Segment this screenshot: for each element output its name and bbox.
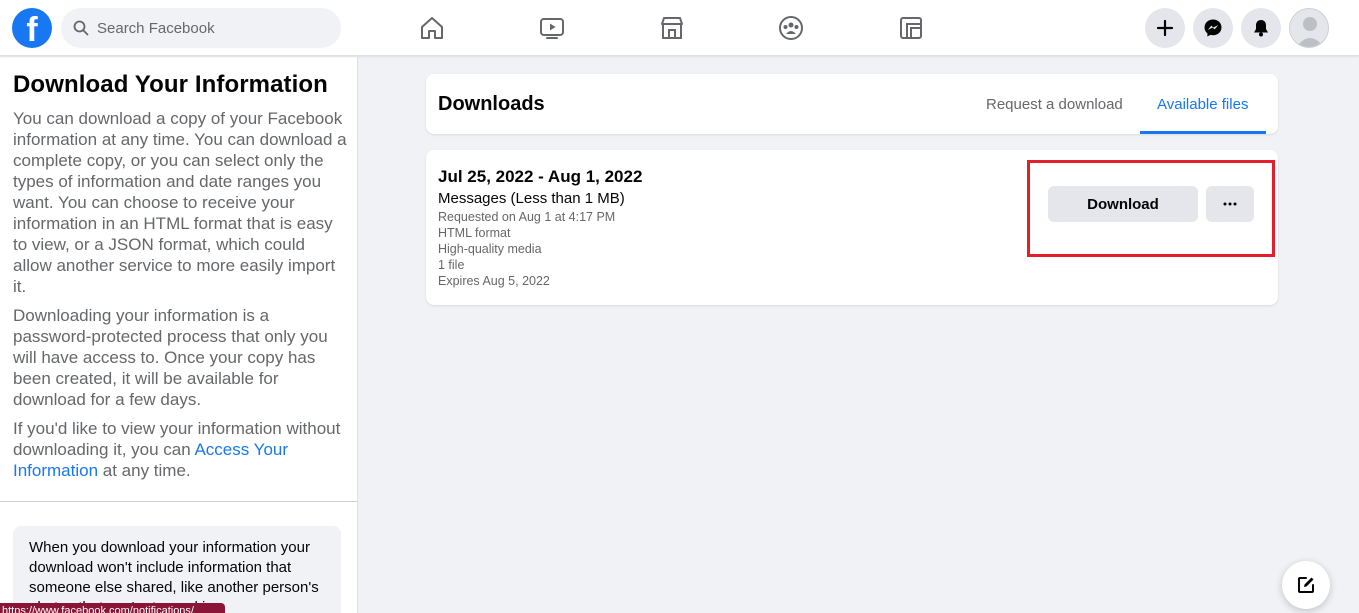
access-text-after: at any time. — [98, 461, 191, 480]
create-button[interactable] — [1145, 8, 1185, 48]
gaming-tab[interactable] — [895, 12, 927, 44]
user-icon — [1296, 17, 1324, 47]
file-expires: Expires Aug 5, 2022 — [438, 274, 550, 288]
more-icon — [1223, 202, 1237, 206]
watch-tab[interactable] — [536, 12, 568, 44]
search-icon — [73, 20, 89, 36]
downloads-header-card: Downloads Request a download Available f… — [426, 74, 1278, 134]
tab-available-files[interactable]: Available files — [1157, 96, 1248, 113]
groups-icon — [779, 16, 803, 40]
divider — [0, 501, 357, 502]
home-icon — [421, 17, 443, 39]
active-tab-indicator — [1140, 131, 1266, 134]
search-input[interactable] — [97, 8, 333, 48]
downloads-title: Downloads — [438, 93, 545, 115]
watch-icon — [540, 18, 564, 39]
status-bar-url: https://www.facebook.com/notifications/ — [0, 603, 225, 613]
messenger-icon — [1204, 19, 1222, 37]
compose-icon — [1298, 577, 1314, 593]
gaming-icon — [900, 17, 922, 39]
avatar[interactable] — [1289, 8, 1329, 48]
download-file-card: Jul 25, 2022 - Aug 1, 2022 Messages (Les… — [426, 150, 1278, 305]
access-text-before: If you'd like to view your information w… — [13, 419, 341, 459]
page-scrollbar[interactable] — [1344, 56, 1359, 613]
bell-icon — [1254, 20, 1268, 37]
plus-icon — [1156, 19, 1174, 37]
messenger-button[interactable] — [1193, 8, 1233, 48]
marketplace-tab[interactable] — [656, 12, 688, 44]
file-count: 1 file — [438, 258, 465, 272]
more-options-button[interactable] — [1206, 186, 1254, 222]
access-paragraph: If you'd like to view your information w… — [13, 418, 348, 481]
download-button[interactable]: Download — [1048, 186, 1198, 222]
file-requested: Requested on Aug 1 at 4:17 PM — [438, 210, 616, 224]
groups-tab[interactable] — [775, 12, 807, 44]
file-media-quality: High-quality media — [438, 242, 542, 256]
file-date-range: Jul 25, 2022 - Aug 1, 2022 — [438, 167, 643, 186]
facebook-logo[interactable]: f — [12, 8, 52, 49]
home-tab[interactable] — [416, 12, 448, 44]
search-box[interactable] — [61, 8, 341, 48]
notice-box: When you download your information your … — [13, 526, 341, 613]
info-sidebar: Download Your Information You can downlo… — [0, 57, 358, 613]
notifications-button[interactable] — [1241, 8, 1281, 48]
intro-paragraph: You can download a copy of your Facebook… — [13, 109, 347, 296]
logo-letter: f — [26, 11, 38, 49]
password-paragraph: Downloading your information is a passwo… — [13, 306, 328, 409]
file-type: Messages (Less than 1 MB) — [438, 190, 625, 207]
marketplace-icon — [661, 17, 683, 39]
top-navigation-bar: f — [0, 0, 1359, 56]
new-message-button[interactable] — [1282, 561, 1330, 609]
file-format: HTML format — [438, 226, 511, 240]
page-title: Download Your Information — [13, 71, 328, 98]
tab-request-download[interactable]: Request a download — [986, 96, 1123, 113]
